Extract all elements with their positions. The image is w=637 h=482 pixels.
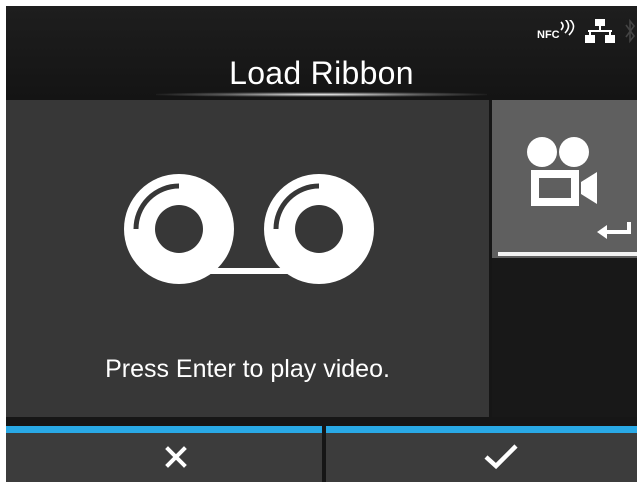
status-icons: NFC	[537, 14, 635, 48]
confirm-button-accent	[326, 426, 637, 433]
close-icon	[165, 446, 187, 468]
title-underline-glow	[156, 92, 487, 97]
play-video-prompt: Press Enter to play video.	[105, 355, 390, 383]
nfc-icon: NFC	[537, 20, 575, 41]
instruction-panel: Press Enter to play video.	[6, 100, 489, 417]
header: NFC Load Ribbon	[6, 6, 637, 100]
checkmark-icon	[484, 444, 518, 470]
nfc-label: NFC	[537, 29, 560, 41]
page-title: Load Ribbon	[229, 55, 414, 91]
softkey-bar	[6, 426, 637, 482]
button-focus-underline	[498, 252, 637, 256]
bluetooth-icon	[625, 18, 635, 44]
play-video-button[interactable]	[492, 100, 637, 258]
cancel-button-accent	[6, 426, 322, 433]
confirm-button[interactable]	[326, 426, 637, 482]
enter-arrow-icon	[597, 222, 631, 239]
ribbon-reel-icon	[124, 174, 374, 284]
printer-display: NFC Load Ribbon Press Enter to play vide…	[6, 6, 637, 482]
side-column	[492, 100, 637, 417]
video-camera-icon	[527, 137, 597, 206]
network-icon	[585, 19, 615, 43]
cancel-button[interactable]	[6, 426, 322, 482]
